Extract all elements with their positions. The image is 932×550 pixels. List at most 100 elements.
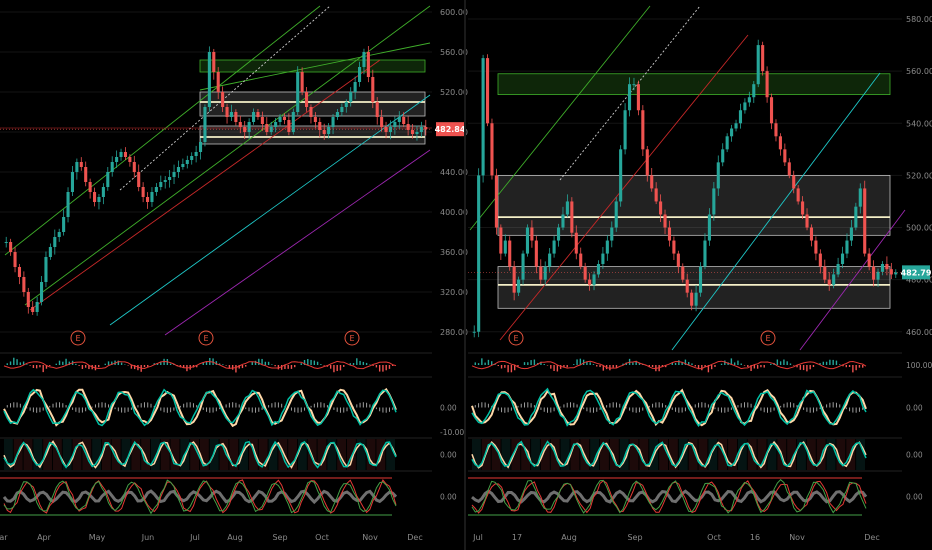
- candle-body: [645, 149, 649, 176]
- candle-body: [792, 175, 796, 189]
- x-tick-label: Jun: [141, 533, 155, 542]
- candle-body: [517, 279, 521, 293]
- candle-body: [814, 240, 818, 254]
- candle-body: [296, 72, 300, 112]
- y-tick-label: 500.00: [906, 224, 932, 233]
- candle-body: [9, 242, 13, 252]
- candle-body: [552, 240, 556, 254]
- candle-body: [282, 117, 287, 120]
- candle-body: [119, 152, 123, 157]
- candle-body: [357, 67, 362, 82]
- candle-body: [318, 122, 322, 130]
- candle-body: [667, 227, 672, 241]
- candle-body: [854, 206, 858, 228]
- candle-body: [490, 123, 494, 176]
- support-resistance-zone: [497, 174, 891, 236]
- candle-body: [556, 227, 561, 241]
- candle-body: [588, 279, 592, 285]
- candle-body: [534, 240, 538, 267]
- candle-body: [22, 277, 26, 292]
- candle-body: [681, 266, 685, 280]
- candle-body: [17, 267, 22, 277]
- candle-body: [39, 282, 44, 302]
- candle-body: [31, 307, 35, 312]
- candle-body: [787, 162, 791, 176]
- candle-body: [885, 264, 889, 270]
- candle-body: [66, 192, 70, 217]
- candle-body: [384, 127, 388, 132]
- candle-body: [110, 162, 114, 172]
- candle-body: [596, 264, 601, 275]
- last-price-text: 482.79: [901, 268, 932, 277]
- candle-body: [827, 279, 831, 285]
- candle-body: [366, 52, 370, 77]
- x-tick-label: Jul: [189, 533, 200, 542]
- candle-body: [101, 187, 105, 197]
- earnings-marker-label: E: [203, 334, 208, 343]
- x-tick-label: Sep: [627, 533, 642, 542]
- candle-body: [472, 331, 476, 333]
- candle-body: [619, 149, 623, 202]
- dual-chart-stage[interactable]: EEE 280.00320.00360.00400.00440.00480.00…: [0, 0, 932, 550]
- candle-body: [44, 257, 48, 282]
- candle-body: [106, 172, 110, 187]
- candle-body: [380, 117, 384, 127]
- candle-body: [62, 217, 66, 232]
- candle-body: [300, 72, 304, 92]
- candle-body: [225, 107, 229, 117]
- candle-body: [698, 266, 703, 293]
- candle-body: [632, 84, 636, 86]
- candle-body: [752, 84, 756, 98]
- candle-body: [610, 227, 614, 241]
- candle-body: [676, 253, 680, 267]
- candle-body: [730, 128, 734, 137]
- candle-body: [867, 253, 871, 267]
- candle-body: [614, 201, 618, 228]
- candle-body: [765, 71, 769, 98]
- candle-body: [650, 175, 654, 189]
- candle-body: [761, 45, 765, 72]
- x-tick-label: Nov: [789, 533, 805, 542]
- last-price-text: 482.84: [435, 125, 466, 134]
- candle-body: [836, 264, 840, 275]
- candle-body: [424, 127, 428, 130]
- candle-body: [216, 72, 220, 92]
- candle-body: [858, 188, 862, 207]
- candle-body: [353, 82, 357, 92]
- candle-body: [530, 227, 534, 241]
- candle-body: [721, 149, 725, 163]
- candle-body: [592, 274, 596, 285]
- candle-body: [494, 175, 498, 228]
- candle-body: [703, 240, 707, 267]
- candle-body: [570, 201, 574, 233]
- candle-body: [872, 266, 876, 280]
- candle-body: [796, 188, 800, 202]
- candle-body: [543, 266, 547, 280]
- candle-body: [783, 149, 787, 163]
- candle-body: [278, 117, 282, 122]
- candle-body: [190, 156, 194, 160]
- candle-body: [335, 112, 340, 117]
- candle-body: [512, 266, 516, 293]
- candle-body: [163, 180, 167, 182]
- candle-body: [349, 92, 353, 102]
- candle-body: [287, 120, 291, 132]
- earnings-marker-label: E: [349, 334, 354, 343]
- candle-body: [690, 292, 694, 306]
- candle-body: [694, 292, 698, 306]
- x-tick-label: Sep: [272, 533, 287, 542]
- x-tick-label: Aug: [561, 533, 577, 542]
- candle-body: [88, 182, 92, 192]
- support-resistance-zone: [497, 266, 891, 309]
- candle-body: [243, 127, 247, 132]
- candle-body: [137, 172, 141, 187]
- candle-body: [340, 107, 344, 112]
- candle-body: [238, 122, 242, 127]
- candle-body: [601, 253, 605, 264]
- indicator-tick-label: 0.00: [906, 404, 923, 413]
- candle-body: [26, 292, 30, 307]
- candle-body: [35, 302, 39, 312]
- candle-body: [274, 122, 278, 127]
- right-chart-panel[interactable]: EE 460.00480.00500.00520.00540.00560.005…: [468, 5, 932, 542]
- candle-body: [322, 130, 326, 134]
